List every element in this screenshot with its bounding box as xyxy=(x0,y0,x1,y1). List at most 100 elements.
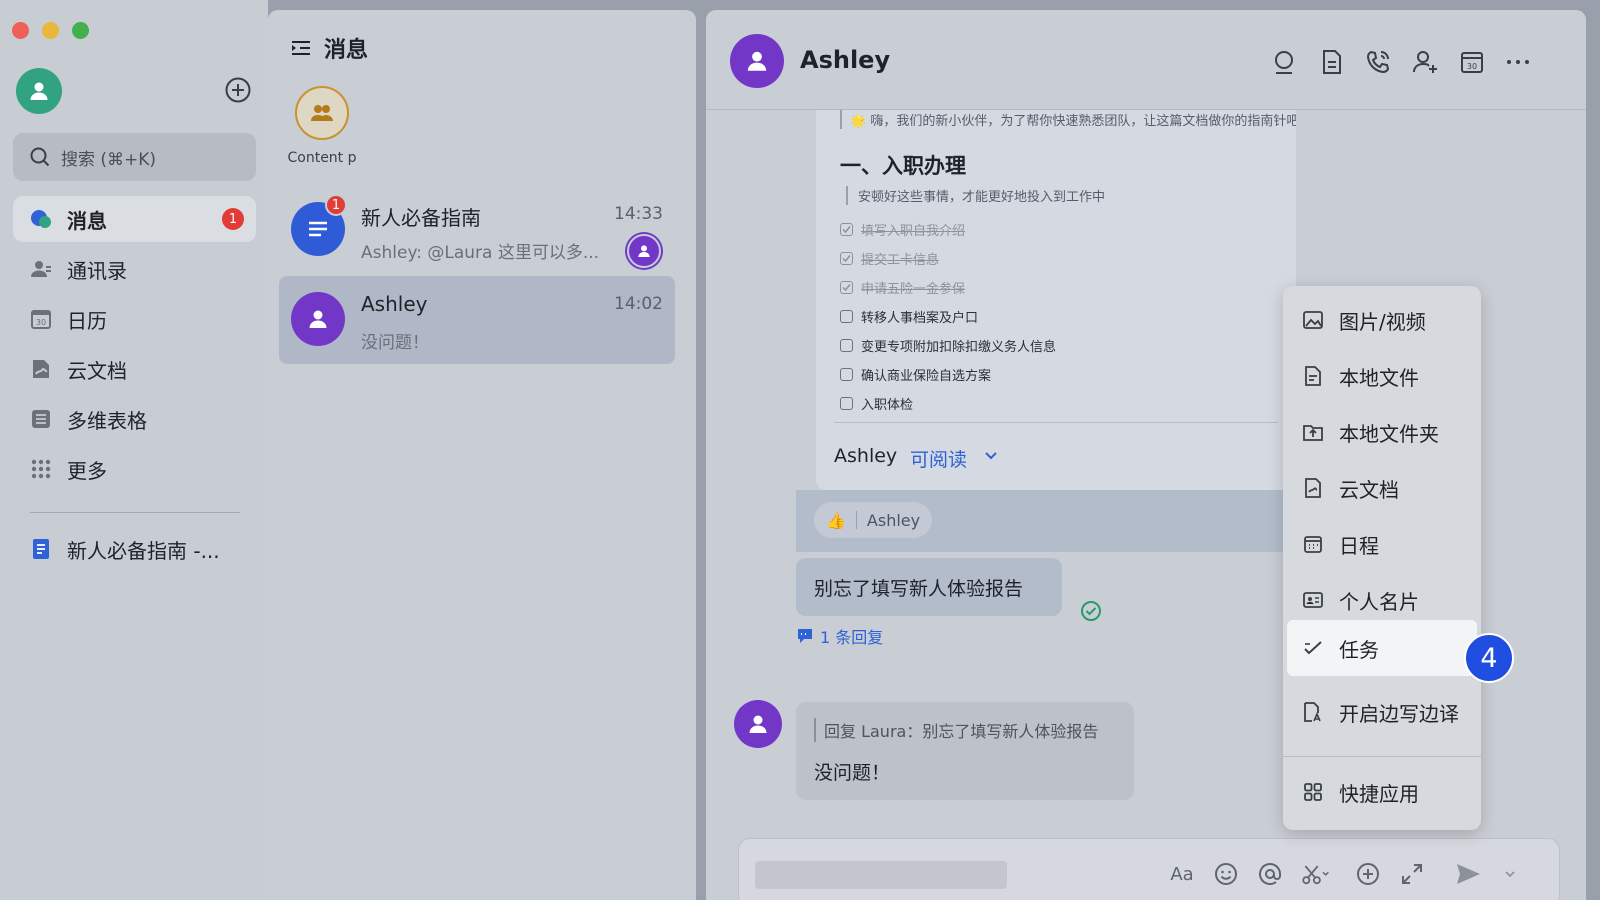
window-minimize-button[interactable] xyxy=(42,22,59,39)
window-zoom-button[interactable] xyxy=(72,22,89,39)
sidebar-item-calendar[interactable]: 30 日历 xyxy=(13,296,256,342)
schedule-button[interactable]: 30 xyxy=(1458,48,1486,76)
text-format-button[interactable]: Aa xyxy=(1167,859,1197,889)
reaction-user: Ashley xyxy=(866,510,921,530)
menu-item-cloud-doc[interactable]: 云文档 xyxy=(1283,460,1481,516)
more-dots-icon xyxy=(1507,60,1529,64)
calendar-icon: 30 xyxy=(29,307,53,331)
search-box[interactable]: 搜索 (⌘+K) xyxy=(13,133,256,181)
menu-item-image-video[interactable]: 图片/视频 xyxy=(1283,292,1481,348)
doc-permission-dropdown[interactable]: 可阅读 xyxy=(910,445,967,472)
doc-preview-card[interactable]: 🌟 嗨，我们的新小伙伴，为了帮你快速熟悉团队，让这篇文档做你的指南针吧！ 一、入… xyxy=(816,110,1296,490)
checklist-text: 确认商业保险自选方案 xyxy=(861,369,992,384)
cloud-doc-icon xyxy=(1301,476,1325,500)
sidebar-item-label: 通讯录 xyxy=(67,258,127,283)
reaction-divider xyxy=(855,511,857,529)
reply-bubble-icon xyxy=(798,629,812,643)
chat-docs-button[interactable] xyxy=(1318,48,1346,76)
reply-quote: 回复 Laura：别忘了填写新人体验报告 xyxy=(814,718,1098,742)
outgoing-message[interactable]: 别忘了填写新人体验报告 xyxy=(796,558,1062,616)
emoji-button[interactable] xyxy=(1211,859,1241,889)
menu-item-local-file[interactable]: 本地文件 xyxy=(1283,348,1481,404)
plus-circle-icon xyxy=(1357,863,1379,885)
cloud-doc-icon xyxy=(29,357,53,381)
message-composer[interactable]: Aa xyxy=(738,838,1560,900)
sidebar-item-messages[interactable]: 消息 1 xyxy=(13,196,256,242)
chevron-down-icon[interactable] xyxy=(984,448,998,462)
at-sign-icon xyxy=(1259,863,1281,885)
my-avatar[interactable] xyxy=(16,68,62,114)
thumbs-up-icon: 👍 xyxy=(826,510,846,530)
checklist-item: 变更专项附加扣除扣缴义务人信息 xyxy=(840,336,1056,355)
user-icon xyxy=(749,715,767,733)
expand-composer-button[interactable] xyxy=(1397,859,1427,889)
menu-item-schedule[interactable]: 日程 xyxy=(1283,516,1481,572)
table-icon xyxy=(29,407,53,431)
menu-item-label: 任务 xyxy=(1339,637,1379,662)
doc-quote: 安顿好这些事情，才能更好地投入到工作中 xyxy=(846,186,1105,205)
menu-item-translate[interactable]: 开启边写边译 xyxy=(1283,684,1481,740)
collapse-list-icon[interactable] xyxy=(290,37,312,59)
menu-item-quick-apps[interactable]: 快捷应用 xyxy=(1283,764,1481,820)
add-member-button[interactable] xyxy=(1411,48,1439,76)
checked-box-icon xyxy=(840,281,853,294)
checklist-text: 提交工卡信息 xyxy=(861,253,940,268)
sidebar-item-contacts[interactable]: 通讯录 xyxy=(13,246,256,292)
sidebar-item-more[interactable]: 更多 xyxy=(13,446,256,492)
menu-item-label: 图片/视频 xyxy=(1339,309,1426,334)
mention-button[interactable] xyxy=(1255,859,1285,889)
checklist-text: 转移人事档案及户口 xyxy=(861,311,979,326)
pinned-group[interactable]: Content p xyxy=(282,86,362,166)
pinned-group-label: Content p xyxy=(287,150,357,166)
sidebar-item-base[interactable]: 多维表格 xyxy=(13,396,256,442)
conversation-item[interactable]: 1 新人必备指南 14:33 Ashley: @Laura 这里可以多... xyxy=(279,186,675,274)
sidebar-item-docs[interactable]: 云文档 xyxy=(13,346,256,392)
screenshot-button[interactable] xyxy=(1301,859,1331,889)
incoming-message[interactable]: 回复 Laura：别忘了填写新人体验报告 没问题！ xyxy=(796,702,1134,800)
message-text: 别忘了填写新人体验报告 xyxy=(814,577,1024,600)
menu-item-task[interactable]: 任务 xyxy=(1287,620,1477,676)
read-check-icon xyxy=(1081,601,1101,621)
sidebar-item-label: 更多 xyxy=(67,458,107,483)
unchecked-box-icon xyxy=(840,397,853,410)
more-options-button[interactable] xyxy=(1504,48,1532,76)
conversation-item-selected[interactable]: Ashley 14:02 没问题！ xyxy=(279,276,675,364)
sender-avatar[interactable] xyxy=(734,700,782,748)
attach-more-button[interactable] xyxy=(1353,859,1383,889)
window-close-button[interactable] xyxy=(12,22,29,39)
reaction-chip[interactable]: 👍 Ashley xyxy=(814,502,933,538)
sidebar-item-label: 日历 xyxy=(67,308,107,333)
doc-intro: 🌟 嗨，我们的新小伙伴，为了帮你快速熟悉团队，让这篇文档做你的指南针吧！ xyxy=(840,110,1296,129)
checklist-item: 确认商业保险自选方案 xyxy=(840,365,991,384)
conversation-name: 新人必备指南 xyxy=(361,206,481,230)
checklist-text: 变更专项附加扣除扣缴义务人信息 xyxy=(861,340,1057,355)
checklist-item: 转移人事档案及户口 xyxy=(840,307,978,326)
send-icon xyxy=(1457,864,1480,884)
unread-badge: 1 xyxy=(325,194,347,216)
chat-list-title: 消息 xyxy=(324,38,369,63)
user-icon xyxy=(638,245,650,257)
menu-item-label: 开启边写边译 xyxy=(1339,701,1459,726)
sidebar-divider xyxy=(30,512,240,513)
plus-circle-icon xyxy=(225,77,251,103)
composer-input[interactable] xyxy=(755,861,1007,889)
calendar-icon-text: 30 xyxy=(36,318,46,327)
translate-icon xyxy=(1301,700,1325,724)
text-format-icon: Aa xyxy=(1170,863,1194,885)
menu-item-label: 云文档 xyxy=(1339,477,1399,502)
create-button[interactable] xyxy=(224,76,252,104)
chat-header: Ashley 30 xyxy=(706,10,1586,110)
user-icon xyxy=(30,82,48,100)
doc-heading: 一、入职办理 xyxy=(840,154,966,178)
menu-item-local-folder[interactable]: 本地文件夹 xyxy=(1283,404,1481,460)
thread-reply-link[interactable]: 1 条回复 xyxy=(796,624,883,648)
chat-header-avatar[interactable] xyxy=(730,34,784,88)
chat-search-button[interactable] xyxy=(1271,48,1299,76)
send-button[interactable] xyxy=(1453,859,1483,889)
search-chat-icon xyxy=(1275,51,1293,74)
call-button[interactable] xyxy=(1364,48,1392,76)
send-options-button[interactable] xyxy=(1495,859,1525,889)
message-text: 没问题！ xyxy=(814,762,891,784)
sidebar-pinned-doc[interactable]: 新人必备指南 -... xyxy=(13,526,256,572)
conversation-name: Ashley xyxy=(361,292,428,316)
